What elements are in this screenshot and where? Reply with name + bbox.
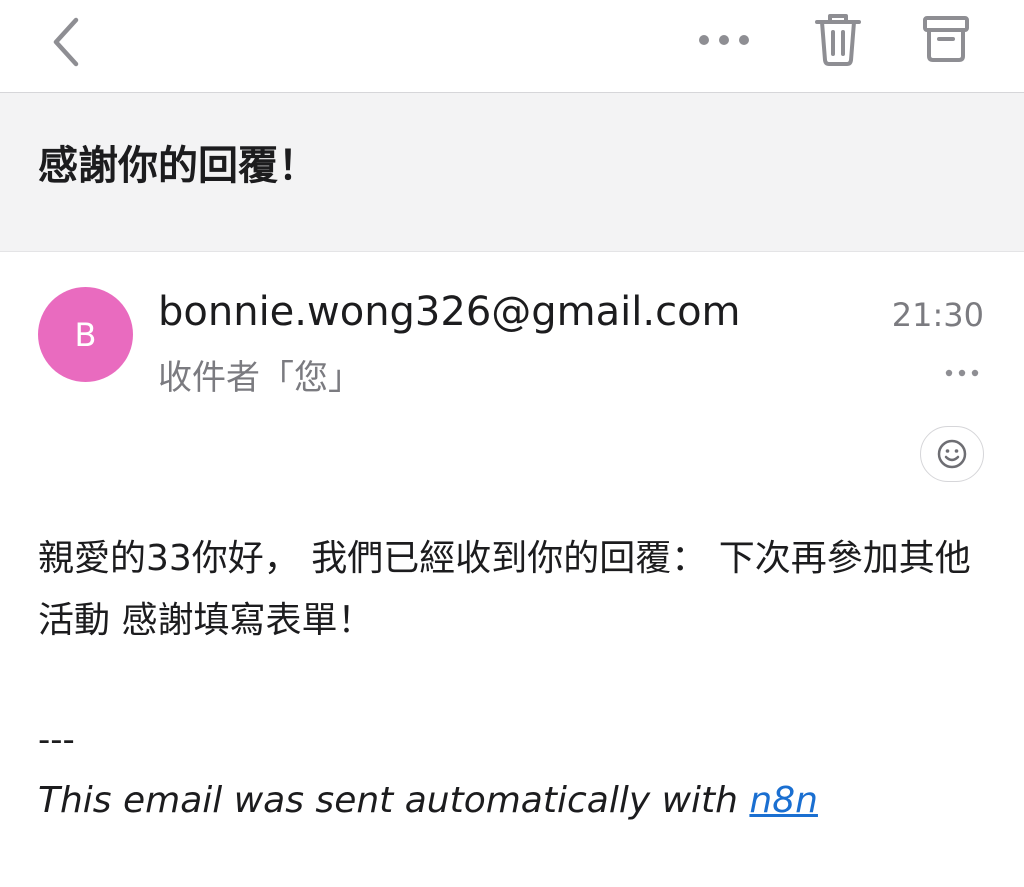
footer-text: This email was sent automatically with	[38, 780, 750, 821]
archive-button[interactable]	[914, 6, 978, 70]
add-reaction-button[interactable]	[920, 426, 984, 482]
more-options-button[interactable]	[690, 14, 758, 66]
smiley-icon	[937, 439, 967, 469]
auto-sent-footer: This email was sent automatically with n…	[38, 780, 818, 821]
sender-address[interactable]: bonnie.wong326@gmail.com	[158, 289, 741, 335]
trash-icon	[815, 14, 861, 66]
sender-avatar[interactable]: B	[38, 287, 133, 382]
archive-icon	[923, 16, 969, 62]
email-time: 21:30	[891, 296, 984, 334]
delete-button[interactable]	[806, 6, 870, 70]
recipient-line: 收件者「您」	[158, 358, 362, 398]
signature-divider: ---	[38, 720, 75, 760]
message-options-button[interactable]	[938, 356, 986, 390]
n8n-link[interactable]: n8n	[749, 780, 818, 821]
email-body: 親愛的33你好， 我們已經收到你的回覆： 下次再參加其他活動 感謝填寫表單！	[38, 538, 971, 641]
subject-header: 感謝你的回覆！	[0, 93, 1024, 252]
top-toolbar	[0, 0, 1024, 93]
email-subject: 感謝你的回覆！	[38, 143, 318, 189]
ellipsis-icon	[945, 369, 979, 377]
chevron-left-icon	[53, 17, 79, 67]
ellipsis-icon	[699, 35, 749, 45]
back-button[interactable]	[36, 10, 100, 74]
avatar-initial: B	[74, 315, 97, 354]
